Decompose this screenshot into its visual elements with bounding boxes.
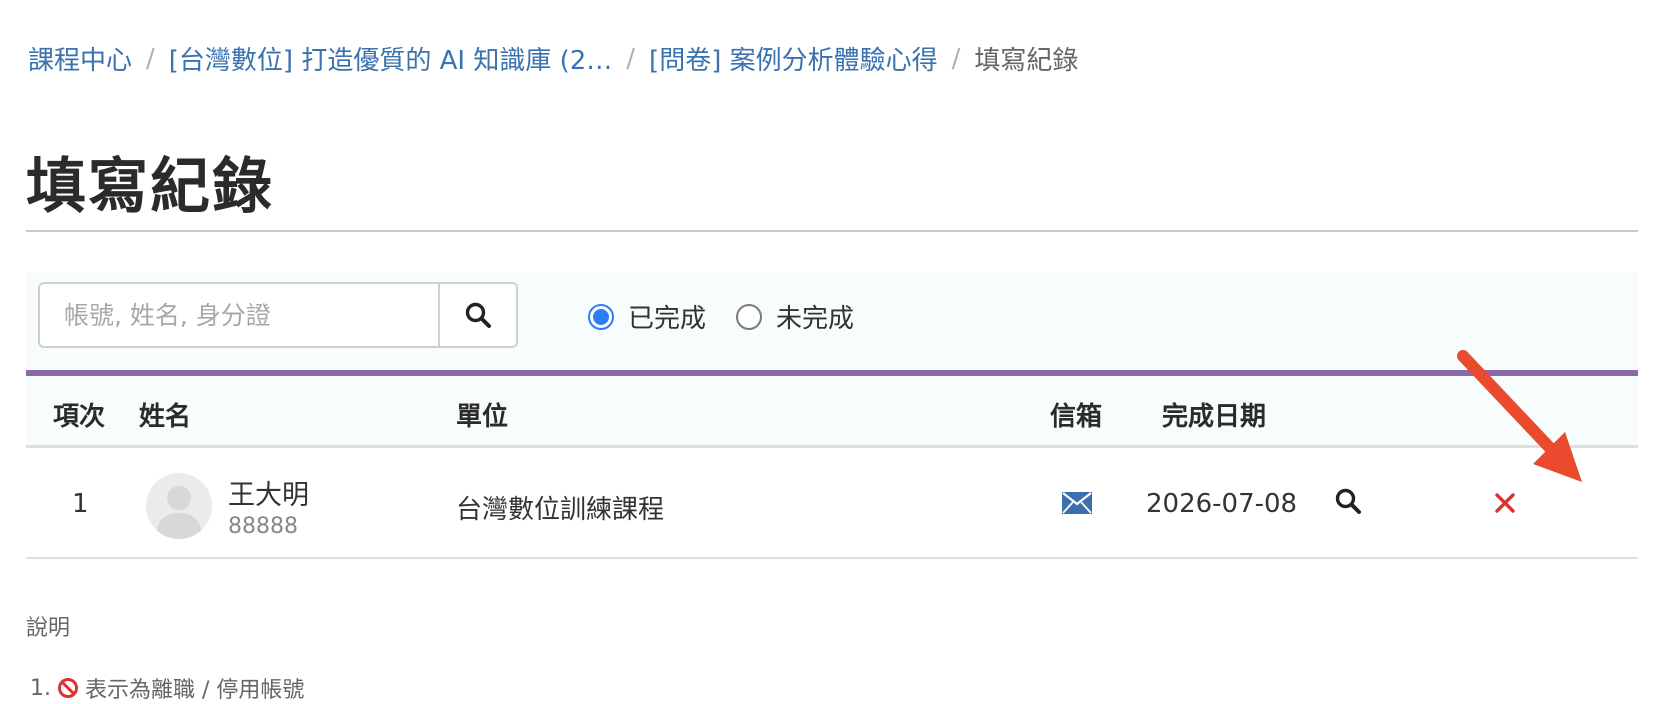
breadcrumb-separator: / <box>951 43 961 74</box>
user-name: 王大明 <box>228 480 309 511</box>
notes-item: 1. 表示為離職 / 停用帳號 <box>30 672 304 704</box>
breadcrumb-link-course-center[interactable]: 課程中心 <box>28 40 132 77</box>
email-link[interactable] <box>1062 491 1092 521</box>
search-icon <box>1335 488 1361 514</box>
radio-completed-label[interactable]: 已完成 <box>628 298 706 335</box>
search-icon <box>465 302 491 328</box>
completed-date: 2026-07-08 <box>1146 489 1298 519</box>
envelope-icon <box>1062 492 1092 514</box>
page-title: 填寫紀錄 <box>26 152 274 222</box>
avatar <box>146 473 212 539</box>
breadcrumb-separator: / <box>146 43 155 74</box>
status-radio-group: 已完成 未完成 <box>588 298 884 335</box>
breadcrumb-link-survey[interactable]: [問卷] 案例分析體驗心得 <box>649 40 938 77</box>
search-box <box>38 282 518 348</box>
notes-title: 說明 <box>26 616 71 641</box>
radio-incomplete-label[interactable]: 未完成 <box>776 298 854 335</box>
breadcrumb-link-course[interactable]: [台灣數位] 打造優質的 AI 知識庫 (2… <box>169 40 613 77</box>
row-index: 1 <box>72 489 89 519</box>
user-account: 88888 <box>228 514 298 539</box>
delete-record-button[interactable] <box>1494 491 1516 521</box>
notes-item-number: 1. <box>30 675 51 701</box>
column-header-email: 信箱 <box>1050 402 1103 432</box>
breadcrumb-current: 填寫紀錄 <box>974 46 1079 76</box>
close-icon <box>1495 493 1515 513</box>
filter-bar: 已完成 未完成 <box>26 272 1638 370</box>
view-record-button[interactable] <box>1334 487 1362 522</box>
column-header-unit: 單位 <box>456 402 509 432</box>
radio-incomplete[interactable] <box>736 303 763 330</box>
breadcrumb: 課程中心 / [台灣數位] 打造優質的 AI 知識庫 (2… / [問卷] 案例… <box>28 40 1078 77</box>
breadcrumb-separator: / <box>626 43 636 74</box>
prohibited-icon <box>58 678 78 698</box>
row-unit: 台灣數位訓練課程 <box>456 495 665 525</box>
search-input[interactable] <box>40 284 438 346</box>
table-header: 項次 姓名 單位 信箱 完成日期 <box>26 376 1638 448</box>
column-header-name: 姓名 <box>139 402 192 432</box>
user-avatar-icon <box>156 486 202 539</box>
table-row: 1 王大明 88888 台灣數位訓練課程 2026-07-08 <box>26 451 1638 559</box>
notes-item-text: 表示為離職 / 停用帳號 <box>85 678 305 703</box>
search-button[interactable] <box>438 284 516 346</box>
column-header-completed-date: 完成日期 <box>1162 402 1267 432</box>
column-header-index: 項次 <box>53 402 106 432</box>
radio-completed[interactable] <box>588 303 614 330</box>
title-divider <box>26 230 1638 232</box>
